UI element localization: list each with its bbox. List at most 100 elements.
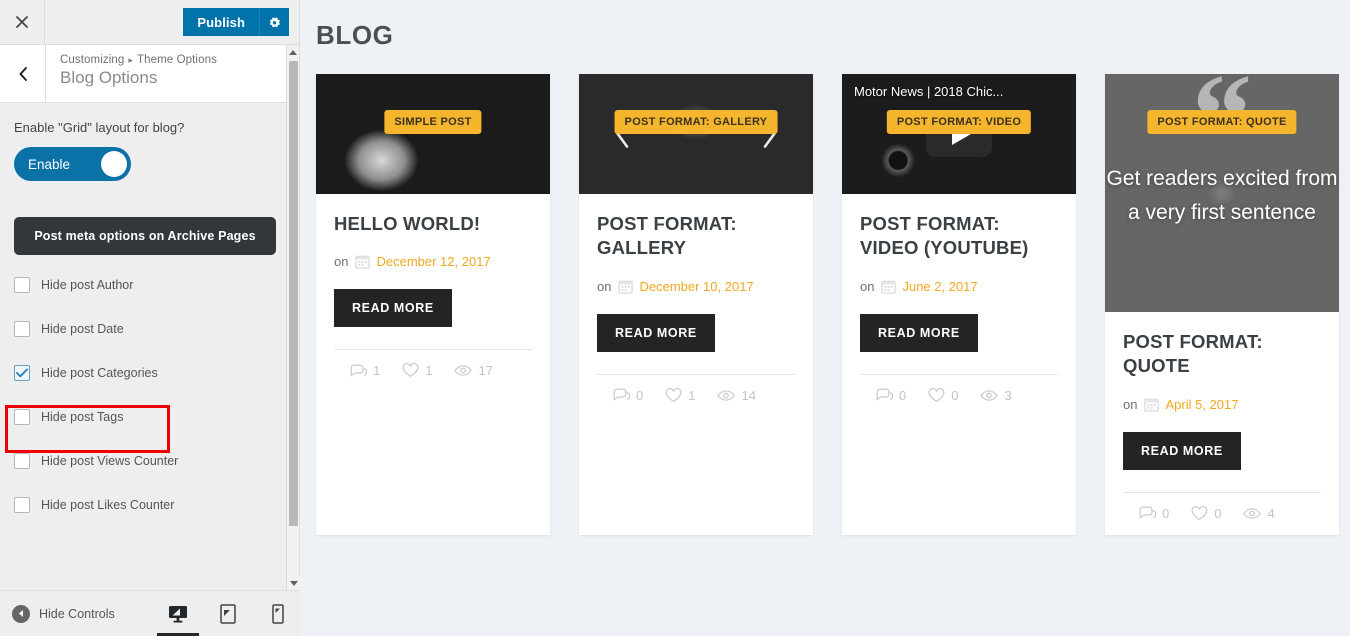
checkbox-hide-post-likes-counter[interactable]: Hide post Likes Counter xyxy=(14,489,276,520)
checkbox-hide-post-tags[interactable]: Hide post Tags xyxy=(14,401,276,432)
scroll-up-icon[interactable] xyxy=(287,45,299,59)
checkbox-hide-post-categories[interactable]: Hide post Categories xyxy=(14,357,276,388)
view-count[interactable]: 17 xyxy=(454,363,493,378)
post-date-value[interactable]: April 5, 2017 xyxy=(1165,397,1238,412)
view-count[interactable]: 3 xyxy=(980,388,1012,403)
comment-count[interactable]: 0 xyxy=(876,388,906,403)
post-meta-row: 1 1 17 xyxy=(334,350,532,378)
publish-button[interactable]: Publish xyxy=(183,8,259,36)
grid-layout-toggle[interactable]: Enable xyxy=(14,147,131,181)
view-count[interactable]: 14 xyxy=(717,388,756,403)
read-more-button[interactable]: READ MORE xyxy=(1123,431,1241,470)
quote-text: Get readers excited from a very first se… xyxy=(1106,167,1338,225)
gear-icon[interactable] xyxy=(259,8,289,36)
close-icon[interactable] xyxy=(0,0,45,44)
calendar-icon xyxy=(1144,397,1160,412)
blog-post-card[interactable]: “ Get readers excited from a very first … xyxy=(1105,74,1339,535)
blog-post-card[interactable]: Motor News | 2018 Chic... POST FORMAT: V… xyxy=(842,74,1076,535)
view-count-value: 4 xyxy=(1267,505,1275,521)
like-count-value: 1 xyxy=(425,363,433,379)
comment-count[interactable]: 1 xyxy=(350,363,380,378)
like-count[interactable]: 0 xyxy=(1191,505,1222,521)
site-preview: BLOG SIMPLE POST HELLO WORLD! on Decembe… xyxy=(300,0,1350,636)
post-card-body: POST FORMAT: GALLERY on December 10, 201… xyxy=(579,194,813,535)
like-count[interactable]: 1 xyxy=(402,363,432,378)
device-tablet-icon[interactable] xyxy=(217,599,239,629)
device-preview-group xyxy=(156,599,289,636)
date-prefix-label: on xyxy=(597,278,612,294)
comment-count[interactable]: 0 xyxy=(1139,506,1169,521)
breadcrumb-separator: ▸ xyxy=(128,55,133,65)
device-desktop-icon[interactable] xyxy=(156,599,199,636)
calendar-icon xyxy=(618,279,634,294)
breadcrumb-parent[interactable]: Theme Options xyxy=(137,54,217,66)
checkbox-hide-post-views-counter[interactable]: Hide post Views Counter xyxy=(14,445,276,476)
post-date-value[interactable]: June 2, 2017 xyxy=(902,279,977,294)
section-heading-post-meta: Post meta options on Archive Pages xyxy=(14,217,276,255)
like-count-value: 0 xyxy=(951,387,959,403)
breadcrumb-root[interactable]: Customizing xyxy=(60,54,124,66)
chevron-left-icon[interactable] xyxy=(0,45,46,102)
collapse-arrow-icon xyxy=(12,604,30,623)
scroll-down-icon[interactable] xyxy=(287,576,300,590)
customizer-app: Publish Customizing ▸ Theme Options Blog… xyxy=(0,0,1350,636)
calendar-icon xyxy=(355,254,371,270)
checkbox-box[interactable] xyxy=(14,452,30,469)
post-date-value[interactable]: December 10, 2017 xyxy=(639,279,753,294)
blog-post-card[interactable]: SIMPLE POST HELLO WORLD! on December 12,… xyxy=(316,74,550,535)
comment-count-value: 0 xyxy=(636,387,644,403)
date-prefix-label: on xyxy=(1123,396,1138,412)
view-count[interactable]: 4 xyxy=(1243,505,1275,521)
post-meta-row: 0 1 14 xyxy=(597,375,795,403)
like-count[interactable]: 0 xyxy=(928,387,959,403)
comment-count[interactable]: 0 xyxy=(613,388,643,403)
read-more-button[interactable]: READ MORE xyxy=(860,313,978,352)
post-card-body: HELLO WORLD! on December 12, 2017 READ M… xyxy=(316,194,550,535)
post-format-badge[interactable]: POST FORMAT: QUOTE xyxy=(1147,110,1297,134)
device-mobile-icon[interactable] xyxy=(267,599,289,629)
checkbox-label: Hide post Date xyxy=(41,321,124,336)
post-thumbnail[interactable]: POST FORMAT: GALLERY xyxy=(579,74,813,194)
like-count[interactable]: 1 xyxy=(665,387,695,403)
comment-count-value: 1 xyxy=(373,363,381,379)
page-title: Blog Options xyxy=(60,68,158,87)
checkbox-box[interactable] xyxy=(14,320,30,337)
post-thumbnail[interactable]: SIMPLE POST xyxy=(316,74,550,194)
post-title[interactable]: POST FORMAT: VIDEO (YOUTUBE) xyxy=(860,212,1058,261)
blog-post-card[interactable]: POST FORMAT: GALLERY POST FORMAT: GALLER… xyxy=(579,74,813,535)
checkbox-list: Hide post Author Hide post Date Hide pos… xyxy=(14,269,276,520)
hide-controls-button[interactable]: Hide Controls xyxy=(12,604,115,623)
checkbox-hide-post-date[interactable]: Hide post Date xyxy=(14,313,276,344)
calendar-icon xyxy=(881,279,897,294)
post-title[interactable]: POST FORMAT: QUOTE xyxy=(1123,330,1321,379)
post-format-badge[interactable]: POST FORMAT: GALLERY xyxy=(614,110,778,134)
checkbox-box[interactable] xyxy=(14,364,30,381)
post-meta-row: 0 0 3 xyxy=(860,375,1058,403)
checkbox-box[interactable] xyxy=(14,276,30,293)
post-format-badge[interactable]: POST FORMAT: VIDEO xyxy=(886,110,1032,134)
post-date: on April 5, 2017 xyxy=(1123,397,1321,412)
post-card-body: POST FORMAT: QUOTE on April 5, 2017 READ… xyxy=(1105,312,1339,535)
read-more-button[interactable]: READ MORE xyxy=(334,289,452,328)
post-title[interactable]: POST FORMAT: GALLERY xyxy=(597,212,795,261)
post-format-badge[interactable]: SIMPLE POST xyxy=(384,110,482,134)
post-thumbnail[interactable]: “ Get readers excited from a very first … xyxy=(1105,74,1339,312)
like-count-value: 0 xyxy=(1214,505,1222,521)
post-date-value[interactable]: December 12, 2017 xyxy=(376,254,490,269)
comment-count-value: 0 xyxy=(899,387,907,403)
post-thumbnail[interactable]: Motor News | 2018 Chic... POST FORMAT: V… xyxy=(842,74,1076,194)
post-card-body: POST FORMAT: VIDEO (YOUTUBE) on June 2, … xyxy=(842,194,1076,535)
checkbox-hide-post-author[interactable]: Hide post Author xyxy=(14,269,276,300)
post-date: on December 1 xyxy=(597,279,795,294)
toggle-label: Enable xyxy=(28,156,71,172)
checkbox-box[interactable] xyxy=(14,408,30,425)
checkbox-box[interactable] xyxy=(14,496,30,513)
video-title-overlay[interactable]: Motor News | 2018 Chic... xyxy=(854,84,1064,99)
read-more-button[interactable]: READ MORE xyxy=(597,313,715,352)
post-title[interactable]: HELLO WORLD! xyxy=(334,212,532,236)
customizer-controls: Enable "Grid" layout for blog? Enable Po… xyxy=(0,104,288,590)
scrollbar-thumb[interactable] xyxy=(289,61,298,526)
sidebar-scrollbar[interactable] xyxy=(286,45,300,590)
customizer-header: Publish xyxy=(0,0,299,45)
post-meta-row: 0 0 4 xyxy=(1123,493,1321,521)
